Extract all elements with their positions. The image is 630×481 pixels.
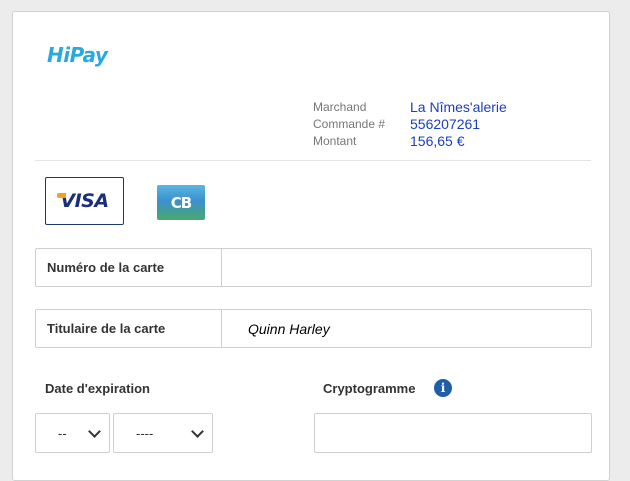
chevron-down-icon: [88, 424, 101, 438]
cardholder-field: Titulaire de la carte: [35, 309, 592, 348]
expiry-year-value: ----: [136, 425, 154, 441]
cvv-label: Cryptogramme: [323, 381, 416, 396]
amount-value: 156,65 €: [410, 132, 465, 149]
card-number-input[interactable]: [222, 249, 591, 286]
info-icon[interactable]: i: [434, 379, 452, 397]
order-row: Commande # 556207261: [313, 115, 507, 132]
order-label: Commande #: [313, 116, 386, 131]
payment-panel: HiPay Marchand La Nîmes'alerie Commande …: [12, 11, 610, 481]
cb-logo-icon: CB: [170, 193, 192, 212]
card-number-label: Numéro de la carte: [36, 249, 222, 286]
amount-label: Montant: [313, 133, 357, 148]
visa-logo-icon: VISA: [57, 190, 109, 212]
cvv-input[interactable]: [314, 413, 592, 453]
expiry-label: Date d'expiration: [45, 381, 150, 396]
expiry-month-value: --: [58, 425, 67, 441]
expiry-year-select[interactable]: ----: [113, 413, 213, 453]
chevron-down-icon: [191, 424, 204, 438]
cardholder-input[interactable]: [222, 310, 591, 347]
divider: [35, 160, 591, 161]
hipay-logo: HiPay: [47, 43, 108, 67]
merchant-label: Marchand: [313, 99, 367, 114]
merchant-row: Marchand La Nîmes'alerie: [313, 98, 507, 115]
expiry-month-select[interactable]: --: [35, 413, 110, 453]
merchant-value: La Nîmes'alerie: [410, 98, 507, 115]
amount-row: Montant 156,65 €: [313, 132, 507, 149]
cardholder-label: Titulaire de la carte: [36, 310, 222, 347]
order-value: 556207261: [410, 115, 481, 132]
card-number-field: Numéro de la carte: [35, 248, 592, 287]
visa-card-button[interactable]: VISA: [45, 177, 124, 225]
order-summary: Marchand La Nîmes'alerie Commande # 5562…: [313, 98, 507, 149]
cb-card-button[interactable]: CB: [157, 185, 205, 220]
